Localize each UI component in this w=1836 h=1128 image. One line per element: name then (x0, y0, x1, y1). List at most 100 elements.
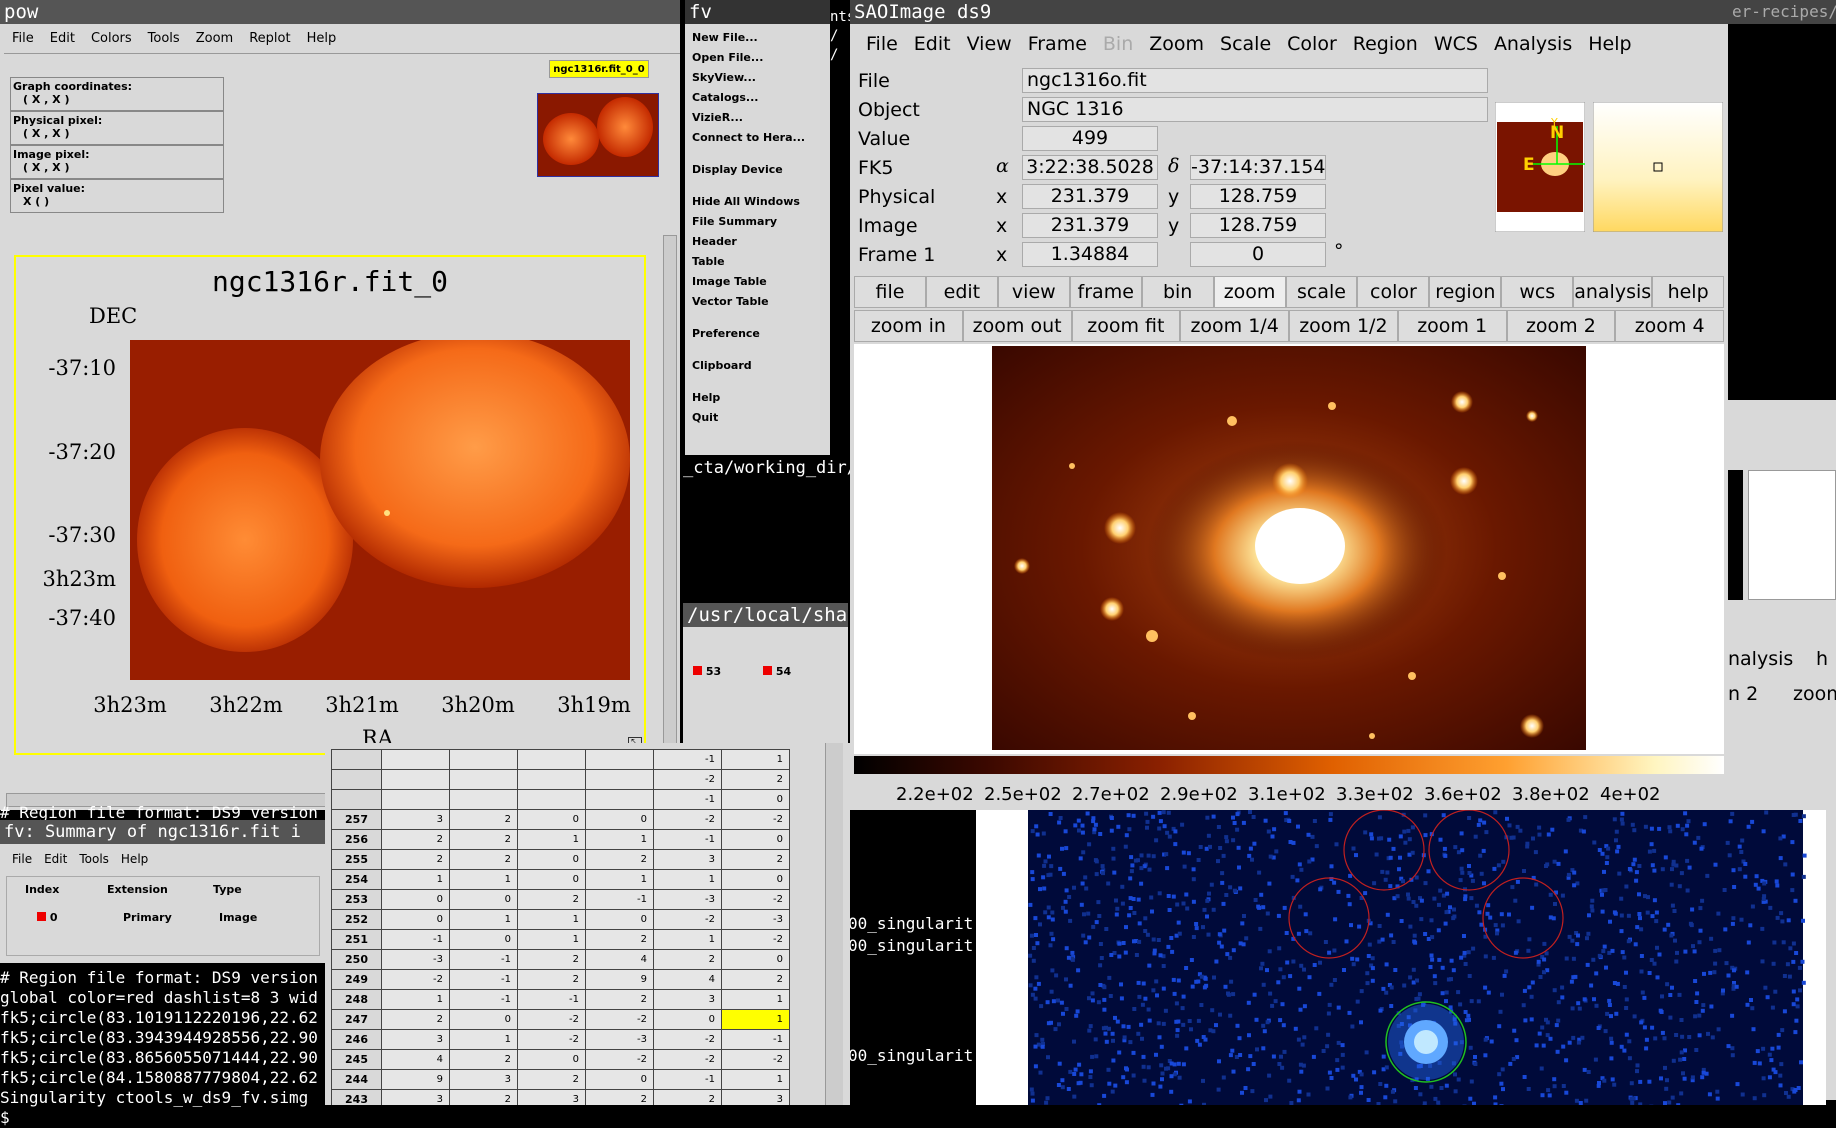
table-row[interactable]: 2520110-2-3 (332, 910, 790, 930)
table-cell[interactable]: 2 (586, 1090, 654, 1106)
table-cell[interactable]: 4 (382, 1050, 450, 1070)
table-cell[interactable] (586, 750, 654, 770)
pow-vscrollbar[interactable] (663, 235, 677, 795)
table-cell[interactable]: 2 (382, 850, 450, 870)
ds9-btn-zoom-4[interactable]: zoom 4 (1615, 310, 1724, 342)
table-row[interactable]: -10 (332, 790, 790, 810)
table-cell[interactable]: 2 (586, 930, 654, 950)
table-cell[interactable]: -2 (586, 1050, 654, 1070)
table-row[interactable]: 243323223 (332, 1090, 790, 1106)
ds9-btn-zoom-1-4[interactable]: zoom 1/4 (1180, 310, 1289, 342)
summary-menu-edit[interactable]: Edit (38, 852, 73, 866)
table-cell[interactable]: 3 (450, 1070, 518, 1090)
ds9-menu-zoom[interactable]: Zoom (1141, 33, 1212, 55)
table-cell[interactable]: 9 (382, 1070, 450, 1090)
table-row[interactable]: 2449320-11 (332, 1070, 790, 1090)
table-cell[interactable]: -2 (654, 1030, 722, 1050)
table-cell[interactable]: -3 (586, 1030, 654, 1050)
ds9-btn-file[interactable]: file (854, 276, 926, 308)
table-cell[interactable]: 3 (518, 1090, 586, 1106)
ds9-btn-zoom-in[interactable]: zoom in (854, 310, 963, 342)
table-cell[interactable]: -2 (654, 770, 722, 790)
ds9-btn-zoom-2[interactable]: zoom 2 (1507, 310, 1616, 342)
table-cell[interactable] (586, 770, 654, 790)
table-cell[interactable]: 0 (382, 890, 450, 910)
table-cell[interactable]: 2 (518, 970, 586, 990)
table-cell[interactable]: -2 (518, 1010, 586, 1030)
table-cell[interactable]: 1 (654, 930, 722, 950)
pow-menu-help[interactable]: Help (299, 31, 345, 46)
ds9-menu-bin[interactable]: Bin (1095, 33, 1141, 55)
pow-thumbnail[interactable] (537, 93, 659, 177)
ds9-menu-edit[interactable]: Edit (906, 33, 959, 55)
table-cell[interactable]: -2 (382, 970, 450, 990)
table-cell[interactable]: 0 (722, 950, 790, 970)
ext-54[interactable]: 54 (763, 665, 791, 678)
fv-menu-item[interactable]: Table (692, 252, 830, 272)
pow-menu-colors[interactable]: Colors (83, 31, 140, 46)
ds9-menu-analysis[interactable]: Analysis (1486, 33, 1580, 55)
table-cell[interactable]: 1 (722, 1070, 790, 1090)
table-cell[interactable]: 2 (654, 1090, 722, 1106)
table-cell[interactable]: -1 (722, 1030, 790, 1050)
ds9-btn-bin[interactable]: bin (1142, 276, 1214, 308)
table-cell[interactable]: -1 (586, 890, 654, 910)
right-edge-analysis[interactable]: nalysis (1728, 648, 1793, 670)
table-row[interactable]: 24631-2-3-2-1 (332, 1030, 790, 1050)
right-edge-zoom[interactable]: zoom (1793, 683, 1836, 705)
table-cell[interactable]: 1 (382, 870, 450, 890)
table-vscrollbar[interactable] (825, 743, 843, 1105)
table-cell[interactable]: 0 (722, 790, 790, 810)
pow-menu-replot[interactable]: Replot (241, 31, 298, 46)
table-cell[interactable]: 1 (450, 870, 518, 890)
table-cell[interactable]: 3 (382, 1090, 450, 1106)
table-cell[interactable]: -1 (654, 750, 722, 770)
pow-menu-edit[interactable]: Edit (42, 31, 83, 46)
fv-menu-item[interactable]: Connect to Hera... (692, 128, 830, 148)
table-cell[interactable]: 2 (722, 850, 790, 870)
table-cell[interactable]: 4 (654, 970, 722, 990)
table-row[interactable]: 253002-1-3-2 (332, 890, 790, 910)
summary-menu-help[interactable]: Help (115, 852, 154, 866)
summary-row[interactable]: 0 Primary Image (37, 911, 307, 924)
table-cell[interactable]: -1 (654, 830, 722, 850)
fv-menu-item[interactable]: VizieR... (692, 108, 830, 128)
ds9-btn-view[interactable]: view (998, 276, 1070, 308)
table-cell[interactable] (450, 750, 518, 770)
table-cell[interactable]: -2 (654, 1050, 722, 1070)
ds9-menu-file[interactable]: File (858, 33, 906, 55)
table-cell[interactable]: 2 (518, 1070, 586, 1090)
table-cell[interactable]: 0 (586, 810, 654, 830)
table-cell[interactable]: 2 (722, 770, 790, 790)
table-cell[interactable]: 2 (722, 970, 790, 990)
table-cell[interactable]: 0 (450, 1010, 518, 1030)
table-cell[interactable]: 0 (382, 910, 450, 930)
table-cell[interactable]: 3 (382, 1030, 450, 1050)
table-cell[interactable]: 0 (518, 850, 586, 870)
table-cell[interactable]: 1 (722, 750, 790, 770)
summary-menu-file[interactable]: File (6, 852, 38, 866)
table-row[interactable]: 255220232 (332, 850, 790, 870)
table-cell[interactable]: 2 (382, 830, 450, 850)
table-cell[interactable]: -2 (654, 910, 722, 930)
ds9-btn-zoom[interactable]: zoom (1214, 276, 1286, 308)
fv-menu-item[interactable]: Header (692, 232, 830, 252)
table-cell[interactable]: 0 (518, 810, 586, 830)
fv-menu-item[interactable]: Clipboard (692, 356, 830, 376)
table-cell[interactable]: 1 (586, 830, 654, 850)
table-cell[interactable]: 2 (382, 1010, 450, 1030)
ds9-btn-zoom-1[interactable]: zoom 1 (1398, 310, 1507, 342)
table-cell[interactable]: -3 (382, 950, 450, 970)
table-cell[interactable]: 2 (450, 810, 518, 830)
table-cell[interactable]: 2 (586, 850, 654, 870)
fv-menu-item[interactable]: SkyView... (692, 68, 830, 88)
ds9-image-frame[interactable] (854, 344, 1724, 754)
table-cell[interactable]: -1 (382, 930, 450, 950)
ds9-btn-color[interactable]: color (1357, 276, 1429, 308)
table-cell[interactable] (382, 750, 450, 770)
table-cell[interactable] (450, 790, 518, 810)
table-cell[interactable]: -1 (450, 970, 518, 990)
table-cell[interactable]: -2 (586, 1010, 654, 1030)
table-cell[interactable]: 0 (518, 870, 586, 890)
table-cell[interactable]: 1 (586, 870, 654, 890)
